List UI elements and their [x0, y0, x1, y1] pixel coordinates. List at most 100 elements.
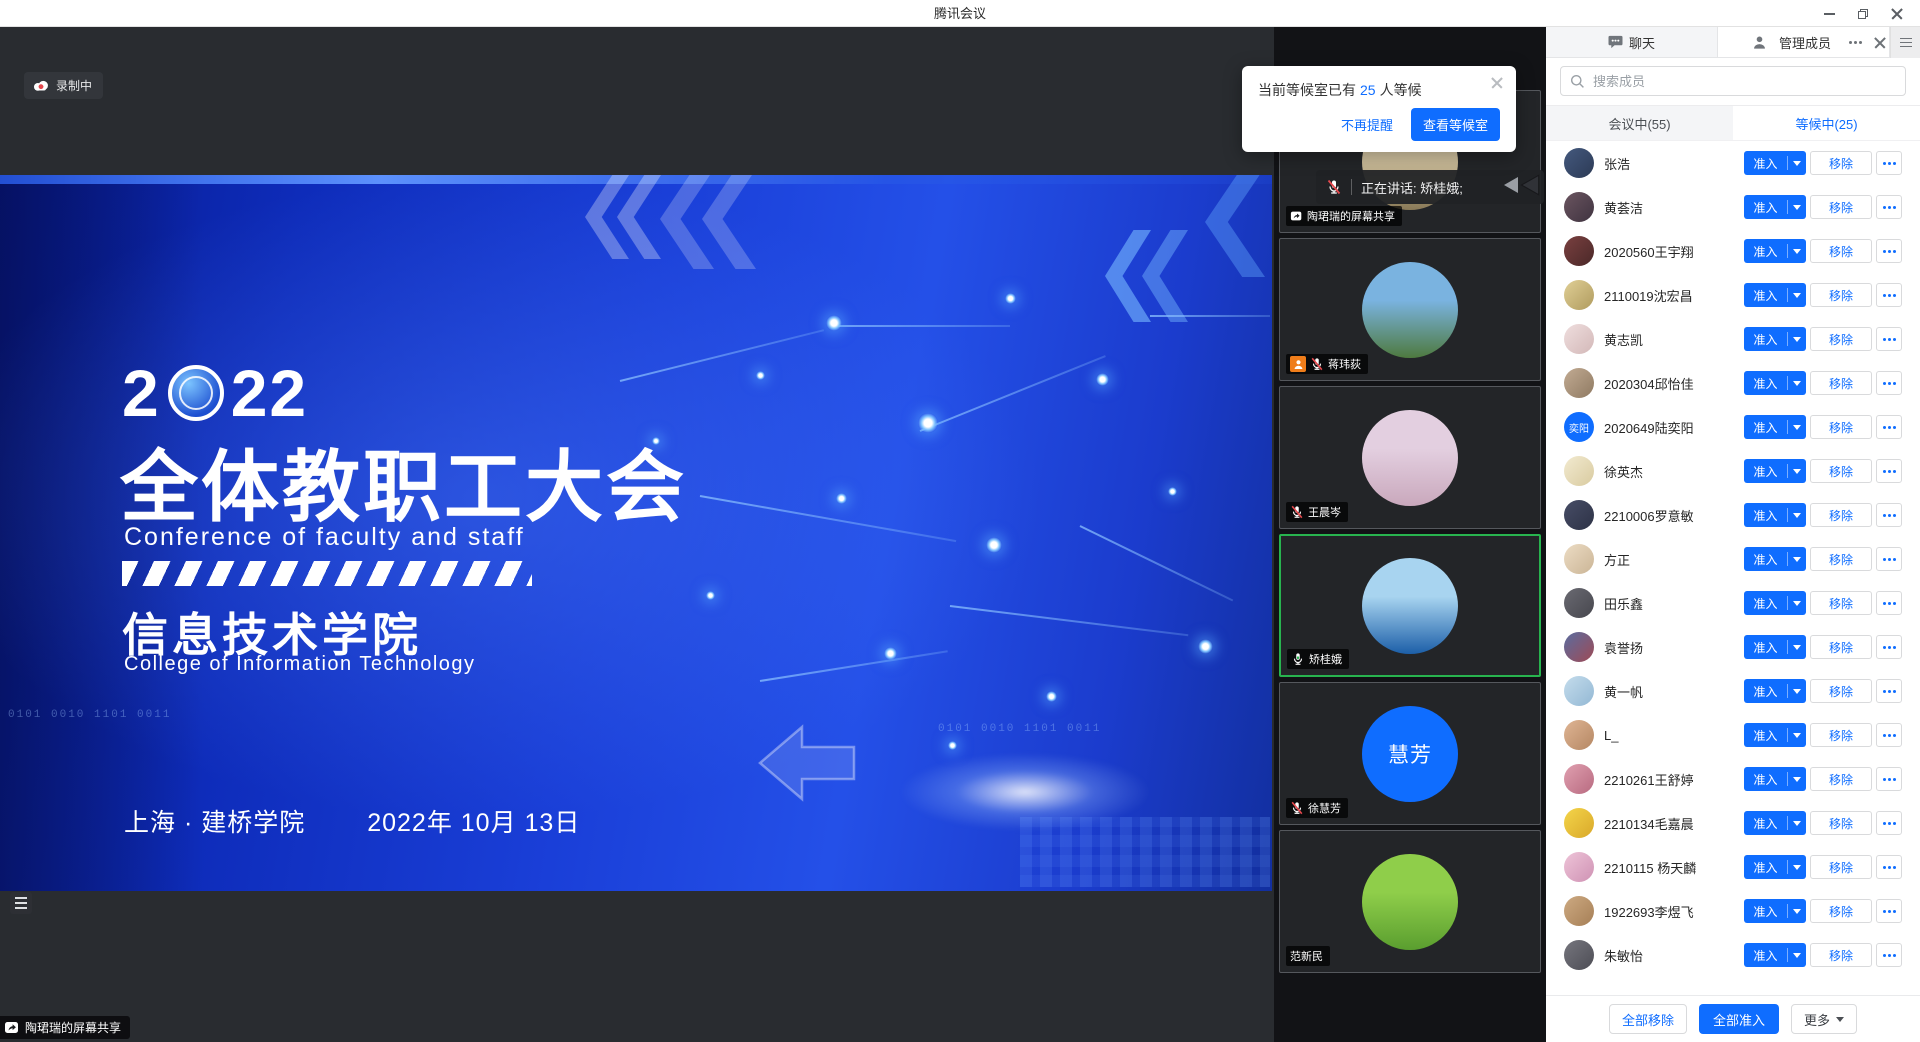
admit-button[interactable]: 准入 [1744, 767, 1806, 791]
member-more-button[interactable] [1876, 899, 1902, 923]
remove-button[interactable]: 移除 [1810, 767, 1872, 791]
admit-all-button[interactable]: 全部准入 [1699, 1004, 1779, 1034]
more-button[interactable]: 更多 [1791, 1004, 1857, 1034]
minimize-button[interactable] [1812, 0, 1846, 27]
restore-button[interactable] [1846, 0, 1880, 27]
member-more-button[interactable] [1876, 635, 1902, 659]
member-more-button[interactable] [1876, 767, 1902, 791]
admit-button[interactable]: 准入 [1744, 459, 1806, 483]
member-more-button[interactable] [1876, 547, 1902, 571]
panel-menu-button[interactable] [1890, 27, 1920, 58]
admit-button-label: 准入 [1744, 287, 1787, 304]
admit-button[interactable]: 准入 [1744, 503, 1806, 527]
view-waiting-room-button[interactable]: 查看等候室 [1411, 108, 1500, 141]
admit-button-label: 准入 [1744, 903, 1787, 920]
admit-button[interactable]: 准入 [1744, 371, 1806, 395]
member-more-button[interactable] [1876, 723, 1902, 747]
video-tile[interactable]: 矫桂娥 [1279, 534, 1541, 677]
tab-chat[interactable]: 聊天 [1546, 27, 1718, 57]
member-more-button[interactable] [1876, 503, 1902, 527]
admit-button[interactable]: 准入 [1744, 855, 1806, 879]
remove-button[interactable]: 移除 [1810, 591, 1872, 615]
panel-more-icon[interactable] [1849, 41, 1862, 44]
participant-name: 徐慧芳 [1308, 800, 1341, 816]
member-more-button[interactable] [1876, 415, 1902, 439]
participant-name: 王晨岑 [1308, 504, 1341, 520]
member-avatar [1564, 632, 1594, 662]
member-more-button[interactable] [1876, 327, 1902, 351]
remove-button[interactable]: 移除 [1810, 943, 1872, 967]
admit-button[interactable]: 准入 [1744, 811, 1806, 835]
member-more-button[interactable] [1876, 371, 1902, 395]
admit-button-label: 准入 [1744, 463, 1787, 480]
remove-button[interactable]: 移除 [1810, 371, 1872, 395]
admit-button[interactable]: 准入 [1744, 327, 1806, 351]
participant-avatar [1362, 854, 1458, 950]
member-more-button[interactable] [1876, 811, 1902, 835]
remove-button[interactable]: 移除 [1810, 679, 1872, 703]
member-actions: 准入 移除 [1744, 855, 1902, 879]
remove-all-button[interactable]: 全部移除 [1609, 1004, 1687, 1034]
remove-button[interactable]: 移除 [1810, 547, 1872, 571]
admit-divider [1787, 728, 1788, 742]
tile-label: 徐慧芳 [1286, 798, 1348, 818]
remove-button-label: 移除 [1829, 287, 1853, 304]
remove-button[interactable]: 移除 [1810, 723, 1872, 747]
member-more-button[interactable] [1876, 151, 1902, 175]
search-input[interactable] [1591, 73, 1905, 90]
tab-in-meeting[interactable]: 会议中(55) [1546, 106, 1733, 140]
member-more-button[interactable] [1876, 679, 1902, 703]
popup-message: 当前等候室已有25人等候 [1258, 80, 1500, 100]
remove-button[interactable]: 移除 [1810, 811, 1872, 835]
admit-button[interactable]: 准入 [1744, 723, 1806, 747]
remove-button[interactable]: 移除 [1810, 899, 1872, 923]
admit-button[interactable]: 准入 [1744, 591, 1806, 615]
remove-button[interactable]: 移除 [1810, 855, 1872, 879]
dismiss-reminder-button[interactable]: 不再提醒 [1341, 115, 1393, 134]
member-more-button[interactable] [1876, 591, 1902, 615]
close-window-button[interactable] [1880, 0, 1914, 27]
member-more-button[interactable] [1876, 943, 1902, 967]
remove-button[interactable]: 移除 [1810, 635, 1872, 659]
admit-button[interactable]: 准入 [1744, 547, 1806, 571]
video-tile[interactable]: 蒋玮荻 [1279, 238, 1541, 381]
member-more-button[interactable] [1876, 855, 1902, 879]
layout-toggle-button[interactable] [10, 892, 32, 914]
remove-button[interactable]: 移除 [1810, 459, 1872, 483]
tab-waiting[interactable]: 等候中(25) [1733, 106, 1920, 140]
strip-collapse-arrows[interactable] [1496, 171, 1543, 199]
admit-button[interactable]: 准入 [1744, 195, 1806, 219]
popup-close-icon[interactable] [1490, 76, 1504, 90]
recording-indicator[interactable]: 录制中 [24, 72, 103, 99]
remove-button[interactable]: 移除 [1810, 503, 1872, 527]
admit-button[interactable]: 准入 [1744, 899, 1806, 923]
admit-button[interactable]: 准入 [1744, 679, 1806, 703]
member-name: 黄志凯 [1604, 330, 1744, 349]
admit-button[interactable]: 准入 [1744, 635, 1806, 659]
remove-button[interactable]: 移除 [1810, 239, 1872, 263]
member-more-button[interactable] [1876, 239, 1902, 263]
member-actions: 准入 移除 [1744, 415, 1902, 439]
admit-button[interactable]: 准入 [1744, 943, 1806, 967]
admit-button[interactable]: 准入 [1744, 415, 1806, 439]
panel-close-icon[interactable] [1874, 37, 1886, 49]
remove-button[interactable]: 移除 [1810, 327, 1872, 351]
remove-button-label: 移除 [1829, 507, 1853, 524]
video-tile[interactable]: 王晨岑 [1279, 386, 1541, 529]
slide-title-en: Conference of faculty and staff [124, 523, 525, 552]
remove-button[interactable]: 移除 [1810, 195, 1872, 219]
remove-button-label: 移除 [1829, 771, 1853, 788]
member-more-button[interactable] [1876, 283, 1902, 307]
member-row: 奕阳 2020649陆奕阳 准入 移除 [1546, 405, 1920, 449]
member-more-button[interactable] [1876, 459, 1902, 483]
remove-button[interactable]: 移除 [1810, 283, 1872, 307]
video-tile[interactable]: 慧芳 徐慧芳 [1279, 682, 1541, 825]
admit-button[interactable]: 准入 [1744, 283, 1806, 307]
remove-button[interactable]: 移除 [1810, 415, 1872, 439]
remove-button[interactable]: 移除 [1810, 151, 1872, 175]
admit-button[interactable]: 准入 [1744, 239, 1806, 263]
admit-button[interactable]: 准入 [1744, 151, 1806, 175]
video-tile[interactable]: 范新民 [1279, 830, 1541, 973]
member-more-button[interactable] [1876, 195, 1902, 219]
member-row: 黄志凯 准入 移除 [1546, 317, 1920, 361]
